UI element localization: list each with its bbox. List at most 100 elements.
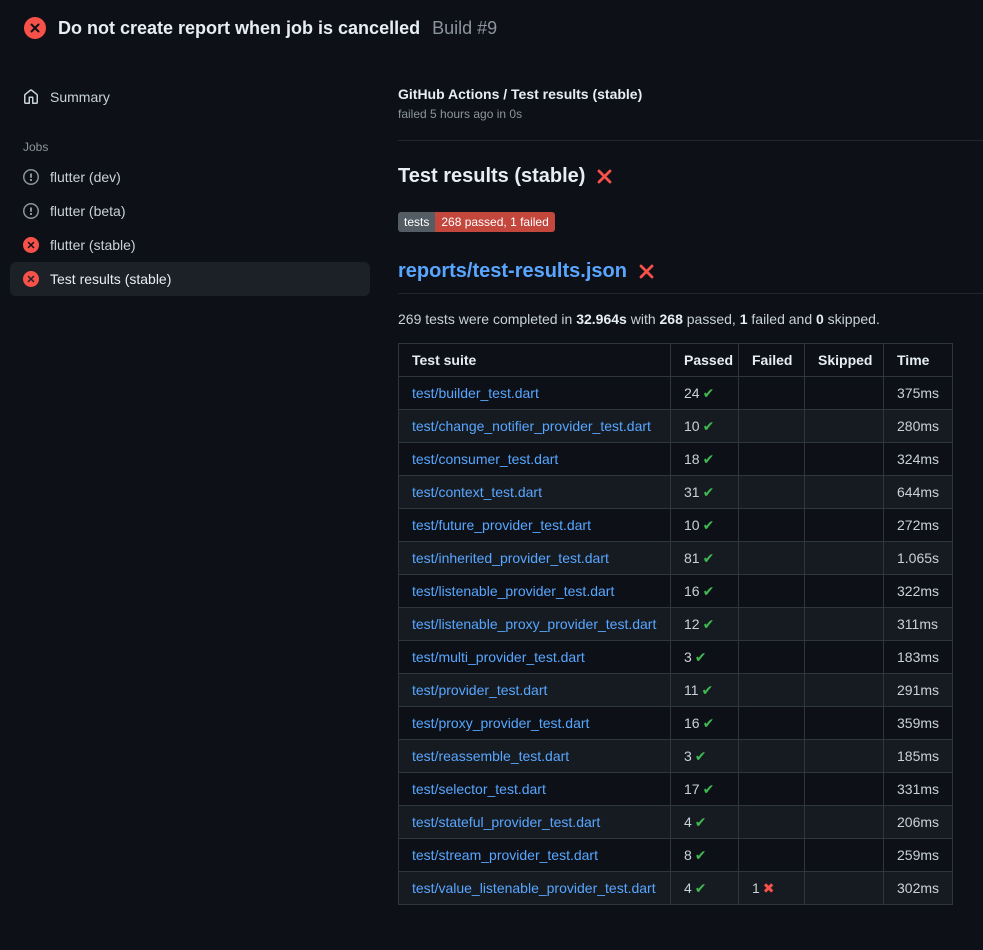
passed-count: 16 [684, 715, 700, 731]
check-icon: ✔ [703, 385, 715, 401]
passed-cell: 18✔ [671, 443, 739, 476]
check-icon: ✔ [703, 418, 715, 434]
jobs-section-label: Jobs [10, 140, 370, 154]
failed-cell: 1✖ [739, 872, 805, 905]
test-suite-link[interactable]: test/listenable_provider_test.dart [412, 583, 614, 599]
test-summary-line: 269 tests were completed in 32.964s with… [398, 311, 983, 327]
suite-cell: test/inherited_provider_test.dart [399, 542, 671, 575]
suite-cell: test/multi_provider_test.dart [399, 641, 671, 674]
test-suite-link[interactable]: test/builder_test.dart [412, 385, 539, 401]
section-title: Test results (stable) [398, 165, 983, 188]
passed-count: 3 [684, 649, 692, 665]
test-suite-link[interactable]: test/reassemble_test.dart [412, 748, 569, 764]
time-cell: 1.065s [884, 542, 953, 575]
summary-text: skipped. [824, 311, 880, 327]
skipped-cell [805, 773, 884, 806]
test-suite-link[interactable]: test/stateful_provider_test.dart [412, 814, 600, 830]
passed-cell: 31✔ [671, 476, 739, 509]
passed-cell: 8✔ [671, 839, 739, 872]
table-row: test/stateful_provider_test.dart 4✔ 206ms [399, 806, 953, 839]
passed-count: 17 [684, 781, 700, 797]
time-cell: 359ms [884, 707, 953, 740]
passed-cell: 81✔ [671, 542, 739, 575]
table-row: test/provider_test.dart11✔291ms [399, 674, 953, 707]
passed-count: 10 [684, 517, 700, 533]
sidebar-job-item[interactable]: flutter (stable) [10, 228, 370, 262]
suite-cell: test/stream_provider_test.dart [399, 839, 671, 872]
time-cell: 272ms [884, 509, 953, 542]
test-suite-link[interactable]: test/proxy_provider_test.dart [412, 715, 589, 731]
job-label: flutter (stable) [50, 237, 136, 253]
suite-cell: test/builder_test.dart [399, 377, 671, 410]
check-icon: ✔ [703, 451, 715, 467]
suite-cell: test/selector_test.dart [399, 773, 671, 806]
check-icon: ✔ [702, 682, 714, 698]
passed-count: 16 [684, 583, 700, 599]
time-cell: 644ms [884, 476, 953, 509]
check-icon: ✔ [703, 517, 715, 533]
test-suite-link[interactable]: test/multi_provider_test.dart [412, 649, 585, 665]
test-suite-link[interactable]: test/context_test.dart [412, 484, 542, 500]
passed-count: 12 [684, 616, 700, 632]
passed-cell: 16✔ [671, 575, 739, 608]
failed-cell [739, 509, 805, 542]
main-panel: GitHub Actions / Test results (stable) f… [380, 54, 983, 905]
table-header-row: Test suitePassedFailedSkippedTime [399, 344, 953, 377]
suite-cell: test/provider_test.dart [399, 674, 671, 707]
test-suite-link[interactable]: test/inherited_provider_test.dart [412, 550, 609, 566]
passed-count: 11 [684, 682, 699, 698]
suite-cell: test/value_listenable_provider_test.dart [399, 872, 671, 905]
sidebar-item-summary[interactable]: Summary [10, 80, 370, 114]
table-row: test/consumer_test.dart18✔324ms [399, 443, 953, 476]
sidebar-job-item[interactable]: flutter (beta) [10, 194, 370, 228]
skipped-cell [805, 377, 884, 410]
check-icon: ✔ [703, 583, 715, 599]
check-icon: ✔ [695, 748, 707, 764]
test-suite-link[interactable]: test/listenable_proxy_provider_test.dart [412, 616, 656, 632]
passed-cell: 16✔ [671, 707, 739, 740]
column-header: Failed [739, 344, 805, 377]
suite-cell: test/listenable_proxy_provider_test.dart [399, 608, 671, 641]
test-suite-link[interactable]: test/selector_test.dart [412, 781, 546, 797]
test-suite-link[interactable]: test/stream_provider_test.dart [412, 847, 598, 863]
test-suite-link[interactable]: test/future_provider_test.dart [412, 517, 591, 533]
time-cell: 206ms [884, 806, 953, 839]
sidebar-job-item[interactable]: Test results (stable) [10, 262, 370, 296]
check-icon: ✔ [703, 484, 715, 500]
check-icon: ✔ [695, 880, 707, 896]
report-title-link[interactable]: reports/test-results.json [398, 260, 627, 283]
passed-cell: 11✔ [671, 674, 739, 707]
table-row: test/builder_test.dart24✔375ms [399, 377, 953, 410]
test-suite-link[interactable]: test/value_listenable_provider_test.dart [412, 880, 656, 896]
check-icon: ✔ [703, 616, 715, 632]
run-build-number: Build #9 [432, 18, 497, 39]
failed-cell [739, 443, 805, 476]
table-row: test/reassemble_test.dart3✔185ms [399, 740, 953, 773]
table-row: test/multi_provider_test.dart3✔183ms [399, 641, 953, 674]
summary-text: passed, [683, 311, 740, 327]
sidebar-job-item[interactable]: flutter (dev) [10, 160, 370, 194]
passed-cell: 4✔ [671, 806, 739, 839]
suite-cell: test/context_test.dart [399, 476, 671, 509]
skipped-cell [805, 575, 884, 608]
table-row: test/listenable_proxy_provider_test.dart… [399, 608, 953, 641]
passed-count: 8 [684, 847, 692, 863]
skipped-cell [805, 608, 884, 641]
home-icon [23, 89, 39, 105]
failed-cell [739, 806, 805, 839]
column-header: Skipped [805, 344, 884, 377]
test-suite-link[interactable]: test/provider_test.dart [412, 682, 547, 698]
passed-count: 81 [684, 550, 700, 566]
check-icon: ✔ [703, 550, 715, 566]
column-header: Time [884, 344, 953, 377]
suite-cell: test/listenable_provider_test.dart [399, 575, 671, 608]
summary-text: 269 tests were completed in [398, 311, 576, 327]
suite-cell: test/consumer_test.dart [399, 443, 671, 476]
table-body: test/builder_test.dart24✔375mstest/chang… [399, 377, 953, 905]
test-suite-link[interactable]: test/change_notifier_provider_test.dart [412, 418, 651, 434]
skipped-cell [805, 509, 884, 542]
report-title[interactable]: reports/test-results.json [398, 260, 983, 294]
test-suite-link[interactable]: test/consumer_test.dart [412, 451, 558, 467]
summary-number: 0 [816, 311, 824, 327]
table-row: test/change_notifier_provider_test.dart1… [399, 410, 953, 443]
